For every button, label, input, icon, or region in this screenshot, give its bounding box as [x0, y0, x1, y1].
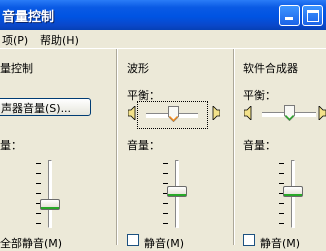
tick: [36, 193, 41, 194]
synth-balance-thumb[interactable]: [284, 105, 295, 121]
wave-mute-checkbox[interactable]: [127, 234, 139, 246]
title-bar[interactable]: 音量控制: [0, 0, 326, 30]
menu-help[interactable]: 帮助(H): [40, 32, 79, 48]
synth-panel-title: 软件合成器: [243, 62, 298, 75]
menu-bar: 项(P) 帮助(H): [0, 30, 326, 49]
synth-mute-checkbox[interactable]: [243, 234, 255, 246]
tick: [279, 223, 284, 224]
tick: [36, 163, 41, 164]
wave-balance-slider[interactable]: [137, 101, 208, 129]
tick: [279, 183, 284, 184]
wave-panel-title: 波形: [127, 62, 149, 75]
speaker-right-icon: [212, 106, 220, 120]
wave-balance-thumb[interactable]: [168, 106, 179, 122]
tick: [163, 213, 168, 214]
tick: [36, 173, 41, 174]
wave-mute-label: 静音(M): [144, 237, 185, 250]
minimize-button[interactable]: [279, 5, 300, 26]
tick: [279, 213, 284, 214]
speaker-left-icon: [244, 106, 252, 120]
tick: [163, 223, 168, 224]
tick: [163, 203, 168, 204]
synth-mute-label: 静音(M): [260, 237, 301, 250]
synth-volume-label: 音量：: [243, 139, 276, 152]
slider-track: [48, 160, 52, 228]
speaker-volume-button-label: 声器音量(S)...: [1, 102, 72, 115]
tick: [163, 183, 168, 184]
synth-volume-thumb[interactable]: [283, 186, 303, 197]
mute-all-label[interactable]: 全部静音(M): [0, 235, 62, 251]
window-title: 音量控制: [2, 10, 55, 25]
speaker-right-icon: [318, 106, 326, 120]
speaker-volume-button[interactable]: 声器音量(S)...: [0, 98, 91, 116]
maximize-button[interactable]: [302, 5, 323, 26]
master-volume-thumb[interactable]: [40, 199, 60, 210]
tick: [279, 203, 284, 204]
tick: [36, 183, 41, 184]
tick: [36, 213, 41, 214]
master-volume-label: 量：: [0, 139, 22, 152]
synth-balance-label: 平衡：: [243, 89, 276, 102]
tick: [36, 223, 41, 224]
master-panel-title: 量控制: [0, 62, 33, 75]
tick: [279, 173, 284, 174]
panel-divider: [233, 49, 235, 245]
wave-volume-thumb[interactable]: [167, 186, 187, 197]
tick: [163, 173, 168, 174]
menu-options[interactable]: 项(P): [2, 32, 28, 48]
wave-volume-label: 音量：: [127, 139, 160, 152]
speaker-left-icon: [128, 106, 136, 120]
tick: [163, 163, 168, 164]
tick: [279, 163, 284, 164]
panel-divider: [116, 49, 118, 245]
